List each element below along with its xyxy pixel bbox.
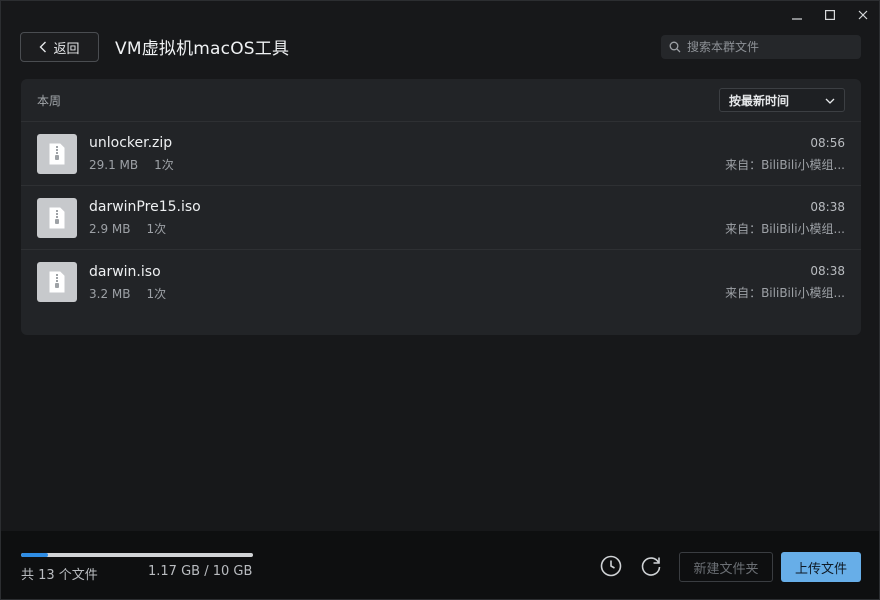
file-row[interactable]: darwinPre15.iso 2.9 MB 1次 08:38 来自：BiliBi… [21, 186, 861, 250]
file-panel: 本周 按最新时间 unlocker.zip 29.1 MB 1次 08:56 来自… [21, 79, 861, 335]
upload-file-button[interactable]: 上传文件 [781, 552, 861, 582]
file-time: 08:38 [810, 199, 845, 214]
file-info: darwinPre15.iso 2.9 MB 1次 [89, 198, 715, 237]
file-side: 08:56 来自：BiliBili小模组... [715, 135, 845, 173]
minimize-icon[interactable] [780, 1, 813, 29]
file-uploader: 来自：BiliBili小模组... [725, 286, 845, 300]
new-folder-button[interactable]: 新建文件夹 [679, 552, 773, 582]
file-info: darwin.iso 3.2 MB 1次 [89, 263, 715, 302]
sort-dropdown[interactable]: 按最新时间 [719, 88, 845, 112]
file-meta: 3.2 MB 1次 [89, 286, 715, 302]
file-time: 08:38 [810, 264, 845, 278]
back-label: 返回 [53, 41, 80, 57]
search-input[interactable] [687, 40, 847, 54]
storage-progress-fill [21, 553, 49, 557]
download-count: 1次 [154, 158, 174, 172]
zip-file-icon [37, 133, 77, 174]
file-name: unlocker.zip [89, 135, 173, 151]
storage-progress-bar [21, 553, 253, 557]
panel-header: 本周 按最新时间 [21, 79, 861, 122]
file-name: darwinPre15.iso [89, 199, 201, 215]
zip-file-icon [37, 197, 77, 238]
maximize-icon[interactable] [813, 1, 846, 29]
chevron-down-icon [825, 93, 835, 107]
file-row[interactable]: unlocker.zip 29.1 MB 1次 08:56 来自：BiliBili… [21, 122, 861, 186]
file-name: darwin.iso [89, 263, 161, 280]
storage-usage: 1.17 GB / 10 GB [148, 564, 253, 579]
file-uploader: 来自：BiliBili小模组... [725, 157, 845, 172]
page-title: VM虚拟机macOS工具 [115, 39, 290, 59]
file-side: 08:38 来自：BiliBili小模组... [715, 199, 845, 237]
window-controls [780, 1, 879, 31]
footer-bar: 共 13 个文件 1.17 GB / 10 GB 新建文件夹 上传文件 [1, 531, 879, 599]
back-button[interactable]: 返回 [20, 32, 99, 62]
file-size: 29.1 MB [89, 158, 139, 172]
close-icon[interactable] [846, 1, 879, 29]
file-size: 3.2 MB [89, 286, 131, 301]
chevron-left-icon [39, 41, 47, 53]
refresh-icon[interactable] [640, 555, 662, 581]
file-count: 共 13 个文件 [21, 568, 98, 583]
search-box[interactable] [661, 35, 861, 59]
file-info: unlocker.zip 29.1 MB 1次 [89, 134, 715, 173]
file-row[interactable]: darwin.iso 3.2 MB 1次 08:38 来自：BiliBili小模组… [21, 250, 861, 314]
file-side: 08:38 来自：BiliBili小模组... [715, 263, 845, 301]
section-label: 本周 [37, 93, 62, 108]
file-uploader: 来自：BiliBili小模组... [725, 221, 845, 236]
download-count: 1次 [146, 286, 167, 301]
history-icon[interactable] [600, 555, 622, 581]
search-icon [669, 38, 681, 57]
file-meta: 2.9 MB 1次 [89, 221, 715, 237]
file-meta: 29.1 MB 1次 [89, 157, 715, 173]
zip-file-icon [37, 262, 77, 302]
file-size: 2.9 MB [89, 222, 131, 236]
sort-label: 按最新时间 [729, 93, 790, 108]
download-count: 1次 [146, 222, 167, 236]
file-time: 08:56 [810, 135, 845, 150]
